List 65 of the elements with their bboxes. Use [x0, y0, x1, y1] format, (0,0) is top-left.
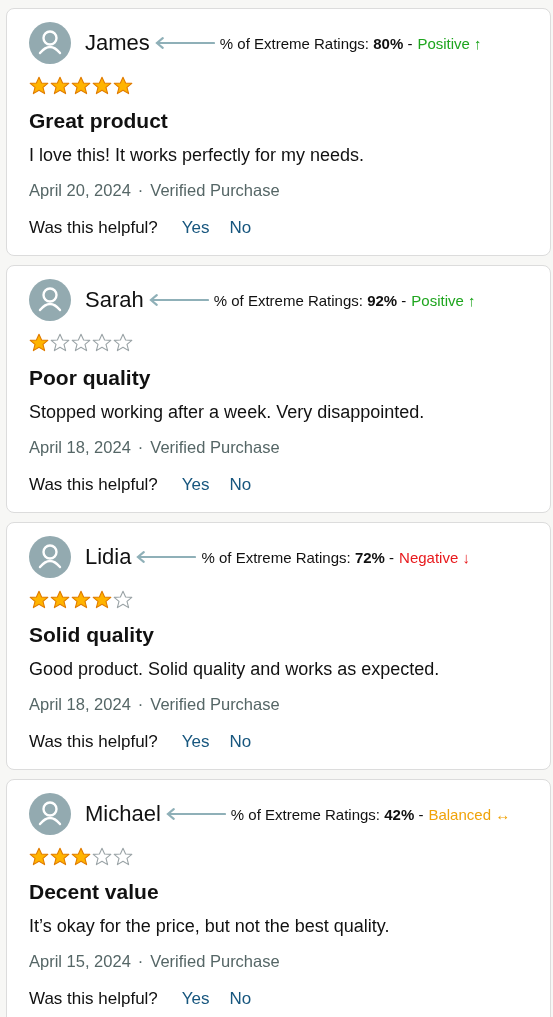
no-button[interactable]: No: [229, 989, 252, 1009]
filled-star-icon: [71, 847, 91, 867]
yes-button[interactable]: Yes: [181, 218, 210, 238]
separator-dot: ·: [137, 695, 144, 714]
avatar-icon: [29, 22, 71, 64]
verdict-label: Balanced ↔: [428, 805, 511, 823]
avatar-icon: [29, 536, 71, 578]
extreme-ratings-label: % of Extreme Ratings: 42% -: [230, 805, 424, 823]
no-button[interactable]: No: [229, 475, 252, 495]
reviewer-name: James: [85, 30, 150, 56]
filled-star-icon: [29, 847, 49, 867]
review-text: Stopped working after a week. Very disappointed.: [29, 402, 426, 423]
review-text: I love this! It works perfectly for my needs.: [29, 145, 366, 166]
helpful-prompt: Was this helpful?: [29, 475, 158, 495]
arrow-icon: [136, 551, 197, 563]
filled-star-icon: [29, 590, 49, 610]
no-button[interactable]: No: [229, 732, 252, 752]
verdict-label: Positive ↑: [417, 34, 482, 52]
review-text: It’s okay for the price, but not the best quality.: [29, 916, 391, 937]
review-date: April 18, 2024: [29, 438, 131, 457]
verified-label: Verified Purchase: [150, 695, 280, 714]
verdict-label: Positive ↑: [411, 291, 476, 309]
filled-star-icon: [71, 76, 91, 96]
review-date: April 15, 2024: [29, 952, 131, 971]
review-title: Decent value: [29, 880, 160, 904]
filled-star-icon: [50, 76, 70, 96]
reviewer-name: Lidia: [85, 544, 132, 570]
review-title: Poor quality: [29, 366, 152, 390]
arrow-icon: [154, 37, 215, 49]
filled-star-icon: [29, 76, 49, 96]
filled-star-icon: [113, 76, 133, 96]
filled-star-icon: [71, 590, 91, 610]
avatar-icon: [29, 793, 71, 835]
reviewer-name: Sarah: [85, 287, 144, 313]
filled-star-icon: [50, 590, 70, 610]
extreme-ratings-label: % of Extreme Ratings: 72% -: [201, 548, 395, 566]
helpful-prompt: Was this helpful?: [29, 732, 158, 752]
review-text: Good product. Solid quality and works as expected.: [29, 659, 441, 680]
helpful-prompt: Was this helpful?: [29, 989, 158, 1009]
helpful-prompt: Was this helpful?: [29, 218, 158, 238]
verified-label: Verified Purchase: [150, 438, 280, 457]
verified-label: Verified Purchase: [150, 952, 280, 971]
yes-button[interactable]: Yes: [181, 732, 210, 752]
arrow-icon: [148, 294, 209, 306]
review-title: Solid quality: [29, 623, 155, 647]
filled-star-icon: [92, 590, 112, 610]
filled-star-icon: [92, 76, 112, 96]
filled-star-icon: [29, 333, 49, 353]
arrow-icon: [165, 808, 226, 820]
yes-button[interactable]: Yes: [181, 475, 210, 495]
reviewer-name: Michael: [85, 801, 161, 827]
verified-label: Verified Purchase: [150, 181, 280, 200]
extreme-ratings-label: % of Extreme Ratings: 80% -: [219, 34, 413, 52]
separator-dot: ·: [137, 438, 144, 457]
yes-button[interactable]: Yes: [181, 989, 210, 1009]
extreme-ratings-label: % of Extreme Ratings: 92% -: [213, 291, 407, 309]
review-date: April 20, 2024: [29, 181, 131, 200]
filled-star-icon: [50, 847, 70, 867]
review-date: April 18, 2024: [29, 695, 131, 714]
no-button[interactable]: No: [229, 218, 252, 238]
review-title: Great product: [29, 109, 169, 133]
separator-dot: ·: [137, 181, 144, 200]
separator-dot: ·: [137, 952, 144, 971]
avatar-icon: [29, 279, 71, 321]
verdict-label: Negative ↓: [399, 548, 470, 566]
